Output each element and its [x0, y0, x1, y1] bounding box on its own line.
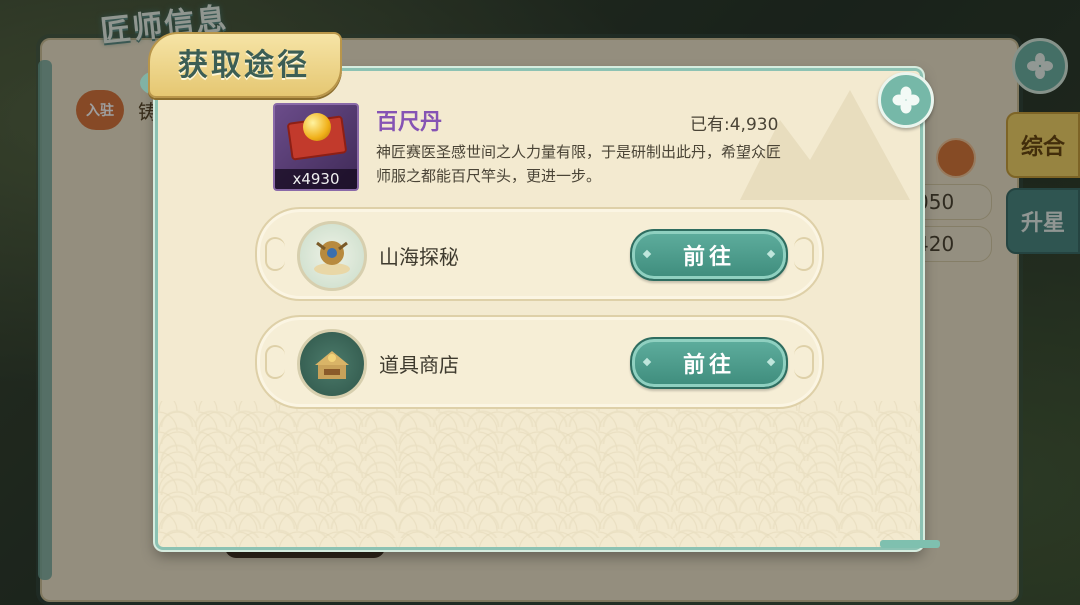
- item-name: 百尺丹: [376, 110, 443, 135]
- goto-button-shop[interactable]: 前往: [630, 337, 788, 389]
- dialog-corner-decoration: [880, 540, 940, 548]
- diamond-icon: [642, 249, 652, 259]
- close-icon: [892, 86, 920, 114]
- pill-icon: [303, 113, 331, 141]
- row-decoration: [265, 237, 285, 271]
- source-label: 道具商店: [379, 353, 459, 377]
- source-row-shop: 道具商店 前往: [255, 315, 824, 409]
- goto-button-label: 前往: [682, 244, 735, 270]
- item-count-badge: x4930: [275, 169, 357, 189]
- shop-icon: [297, 329, 367, 399]
- row-decoration: [794, 345, 814, 379]
- row-decoration: [265, 345, 285, 379]
- item-owned-count: 已有:4,930: [690, 115, 779, 135]
- wave-pattern: [160, 410, 912, 538]
- dialog-title: 获取途径: [178, 48, 310, 83]
- goto-button-adventure[interactable]: 前往: [630, 229, 788, 281]
- diamond-icon: [766, 357, 776, 367]
- item-icon: x4930: [273, 103, 359, 191]
- source-row-adventure: 山海探秘 前往: [255, 207, 824, 301]
- diamond-icon: [766, 249, 776, 259]
- item-description: 神匠赛医圣感世间之人力量有限，于是研制出此丹，希望众匠师服之都能百尺竿头，更进一…: [376, 143, 782, 185]
- diamond-icon: [642, 357, 652, 367]
- close-button[interactable]: [878, 72, 934, 128]
- adventure-icon: [297, 221, 367, 291]
- goto-button-label: 前往: [682, 352, 735, 378]
- row-decoration: [794, 237, 814, 271]
- source-label: 山海探秘: [379, 245, 459, 269]
